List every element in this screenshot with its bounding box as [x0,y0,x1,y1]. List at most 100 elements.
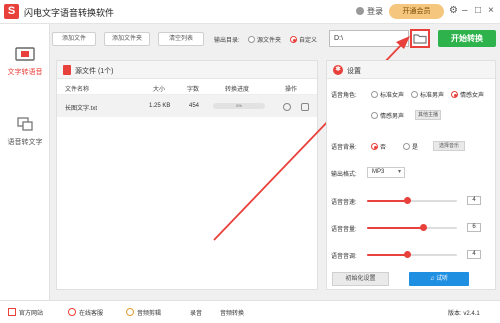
speed-value[interactable]: 4 [467,196,481,205]
volume-label: 语音音量: [331,227,357,233]
slider-fill [367,200,407,202]
reset-settings-button[interactable]: 初始化设置 [332,272,389,286]
delete-icon[interactable] [301,103,309,111]
voice-option-standard-male[interactable]: 标准男声 [411,90,444,99]
voice-option-standard-female[interactable]: 标准女声 [371,90,404,99]
radio-selected-icon [290,36,297,43]
option-label: 情感女声 [460,93,485,99]
option-label: 否 [380,145,387,151]
audio-cut-link[interactable]: 音频剪辑 [126,308,161,317]
folder-icon [413,34,427,44]
output-path-input[interactable] [329,30,409,47]
start-convert-button[interactable]: 开始转换 [438,30,496,47]
record-link[interactable]: 录音 [190,308,202,317]
output-format-select[interactable]: MP3 ▾ [367,167,405,178]
column-header: 文件名称 [65,87,90,93]
sidebar: 文字转语音 语音转文字 [0,24,50,300]
output-source-option[interactable]: 源文件夹 [248,35,281,44]
output-dir-label: 输出目录: [214,38,240,44]
background-label: 语音背景: [331,145,357,151]
minimize-icon[interactable]: – [462,5,468,17]
support-label: 在线客服 [79,311,104,317]
settings-header: ✱ 设置 [327,61,495,79]
voice-option-emotional-female[interactable]: 情感女声 [451,90,484,99]
radio-icon [371,91,378,98]
title-bar: S 闪电文字语音转换软件 登录 开通会员 ⚙ – □ × [0,0,500,24]
pitch-slider[interactable] [367,251,457,258]
pitch-value[interactable]: 4 [467,250,481,259]
monitor-icon [8,308,16,316]
pitch-label: 语音音调: [331,254,357,260]
radio-icon [371,112,378,119]
word-count: 454 [189,103,200,109]
gear-icon: ✱ [333,65,343,75]
sidebar-item-speech-to-text[interactable]: 语音转文字 [0,110,50,154]
login-button[interactable]: 登录 [356,6,383,17]
audio-convert-label: 音频转换 [220,311,245,317]
user-icon [356,7,364,15]
browse-folder-button[interactable] [410,29,430,48]
volume-slider[interactable] [367,224,457,231]
table-row[interactable]: 长图文字.txt 1.25 KB 454 0% [57,95,317,117]
slider-handle[interactable] [403,197,411,204]
maximize-icon[interactable]: □ [475,5,481,17]
choose-music-button[interactable]: 选择音乐 [433,141,465,151]
preview-button[interactable]: ♫ 试听 [409,272,469,286]
file-list-title: 源文件 (1个) [75,68,114,75]
output-custom-option[interactable]: 自定义 [290,35,317,44]
radio-icon [248,36,255,43]
option-label: 是 [412,145,419,151]
background-no-option[interactable]: 否 [371,142,386,151]
radio-icon [411,91,418,98]
voice-option-emotional-male[interactable]: 情感男声 [371,111,404,120]
speed-label: 语音音速: [331,200,357,206]
slider-handle[interactable] [403,251,411,258]
output-format-label: 输出格式: [331,172,357,178]
speed-slider[interactable] [367,197,457,204]
sidebar-item-text-to-speech[interactable]: 文字转语音 [0,40,50,84]
option-label: 情感男声 [380,114,405,120]
add-folder-button[interactable]: 添加文件夹 [104,32,150,46]
output-format-value: MP3 [372,169,385,175]
column-header: 转换进度 [225,87,250,93]
support-link[interactable]: 在线客服 [68,308,103,317]
settings-title: 设置 [347,68,361,75]
add-file-button[interactable]: 添加文件 [52,32,96,46]
option-label: 标准男声 [420,93,445,99]
audio-convert-link[interactable]: 音频转换 [220,308,244,317]
voice-type-label: 语音角色: [331,93,357,99]
speech-to-text-icon [17,117,33,131]
app-title: 闪电文字语音转换软件 [24,8,115,18]
website-label: 官方网站 [19,311,44,317]
chevron-down-icon: ▾ [397,169,401,175]
other-voice-button[interactable]: 其他主播 [415,110,441,120]
link-icon [126,308,134,316]
file-size: 1.25 KB [149,103,171,109]
table-header: 文件名称 大小 字数 转换进度 操作 [57,79,317,95]
vip-button[interactable]: 开通会员 [389,4,444,19]
radio-icon [403,143,410,150]
app-logo: S [4,4,19,19]
user-support-icon [68,308,76,316]
record-label: 录音 [190,311,203,317]
sidebar-item-label: 语音转文字 [7,139,43,146]
clear-list-button[interactable]: 清空列表 [158,32,204,46]
login-label: 登录 [367,7,383,16]
progress-bar: 0% [213,103,265,109]
slider-fill [367,227,423,229]
close-icon[interactable]: × [488,5,494,17]
website-link[interactable]: 官方网站 [8,308,43,317]
option-label: 源文件夹 [257,38,282,44]
settings-icon[interactable]: ⚙ [449,5,458,17]
slider-handle[interactable] [419,224,427,231]
option-label: 自定义 [299,38,318,44]
play-icon[interactable] [283,103,291,111]
document-icon [63,65,71,75]
footer-bar: 官方网站 在线客服 音频剪辑 录音 音频转换 版本: v2.4.1 [0,300,500,323]
background-yes-option[interactable]: 是 [403,142,418,151]
radio-selected-icon [371,143,378,150]
file-list-header: 源文件 (1个) [57,61,317,79]
toolbar: 添加文件 添加文件夹 清空列表 输出目录: 源文件夹 自定义 开始转换 [52,28,498,50]
radio-selected-icon [451,91,458,98]
volume-value[interactable]: 6 [467,223,481,232]
